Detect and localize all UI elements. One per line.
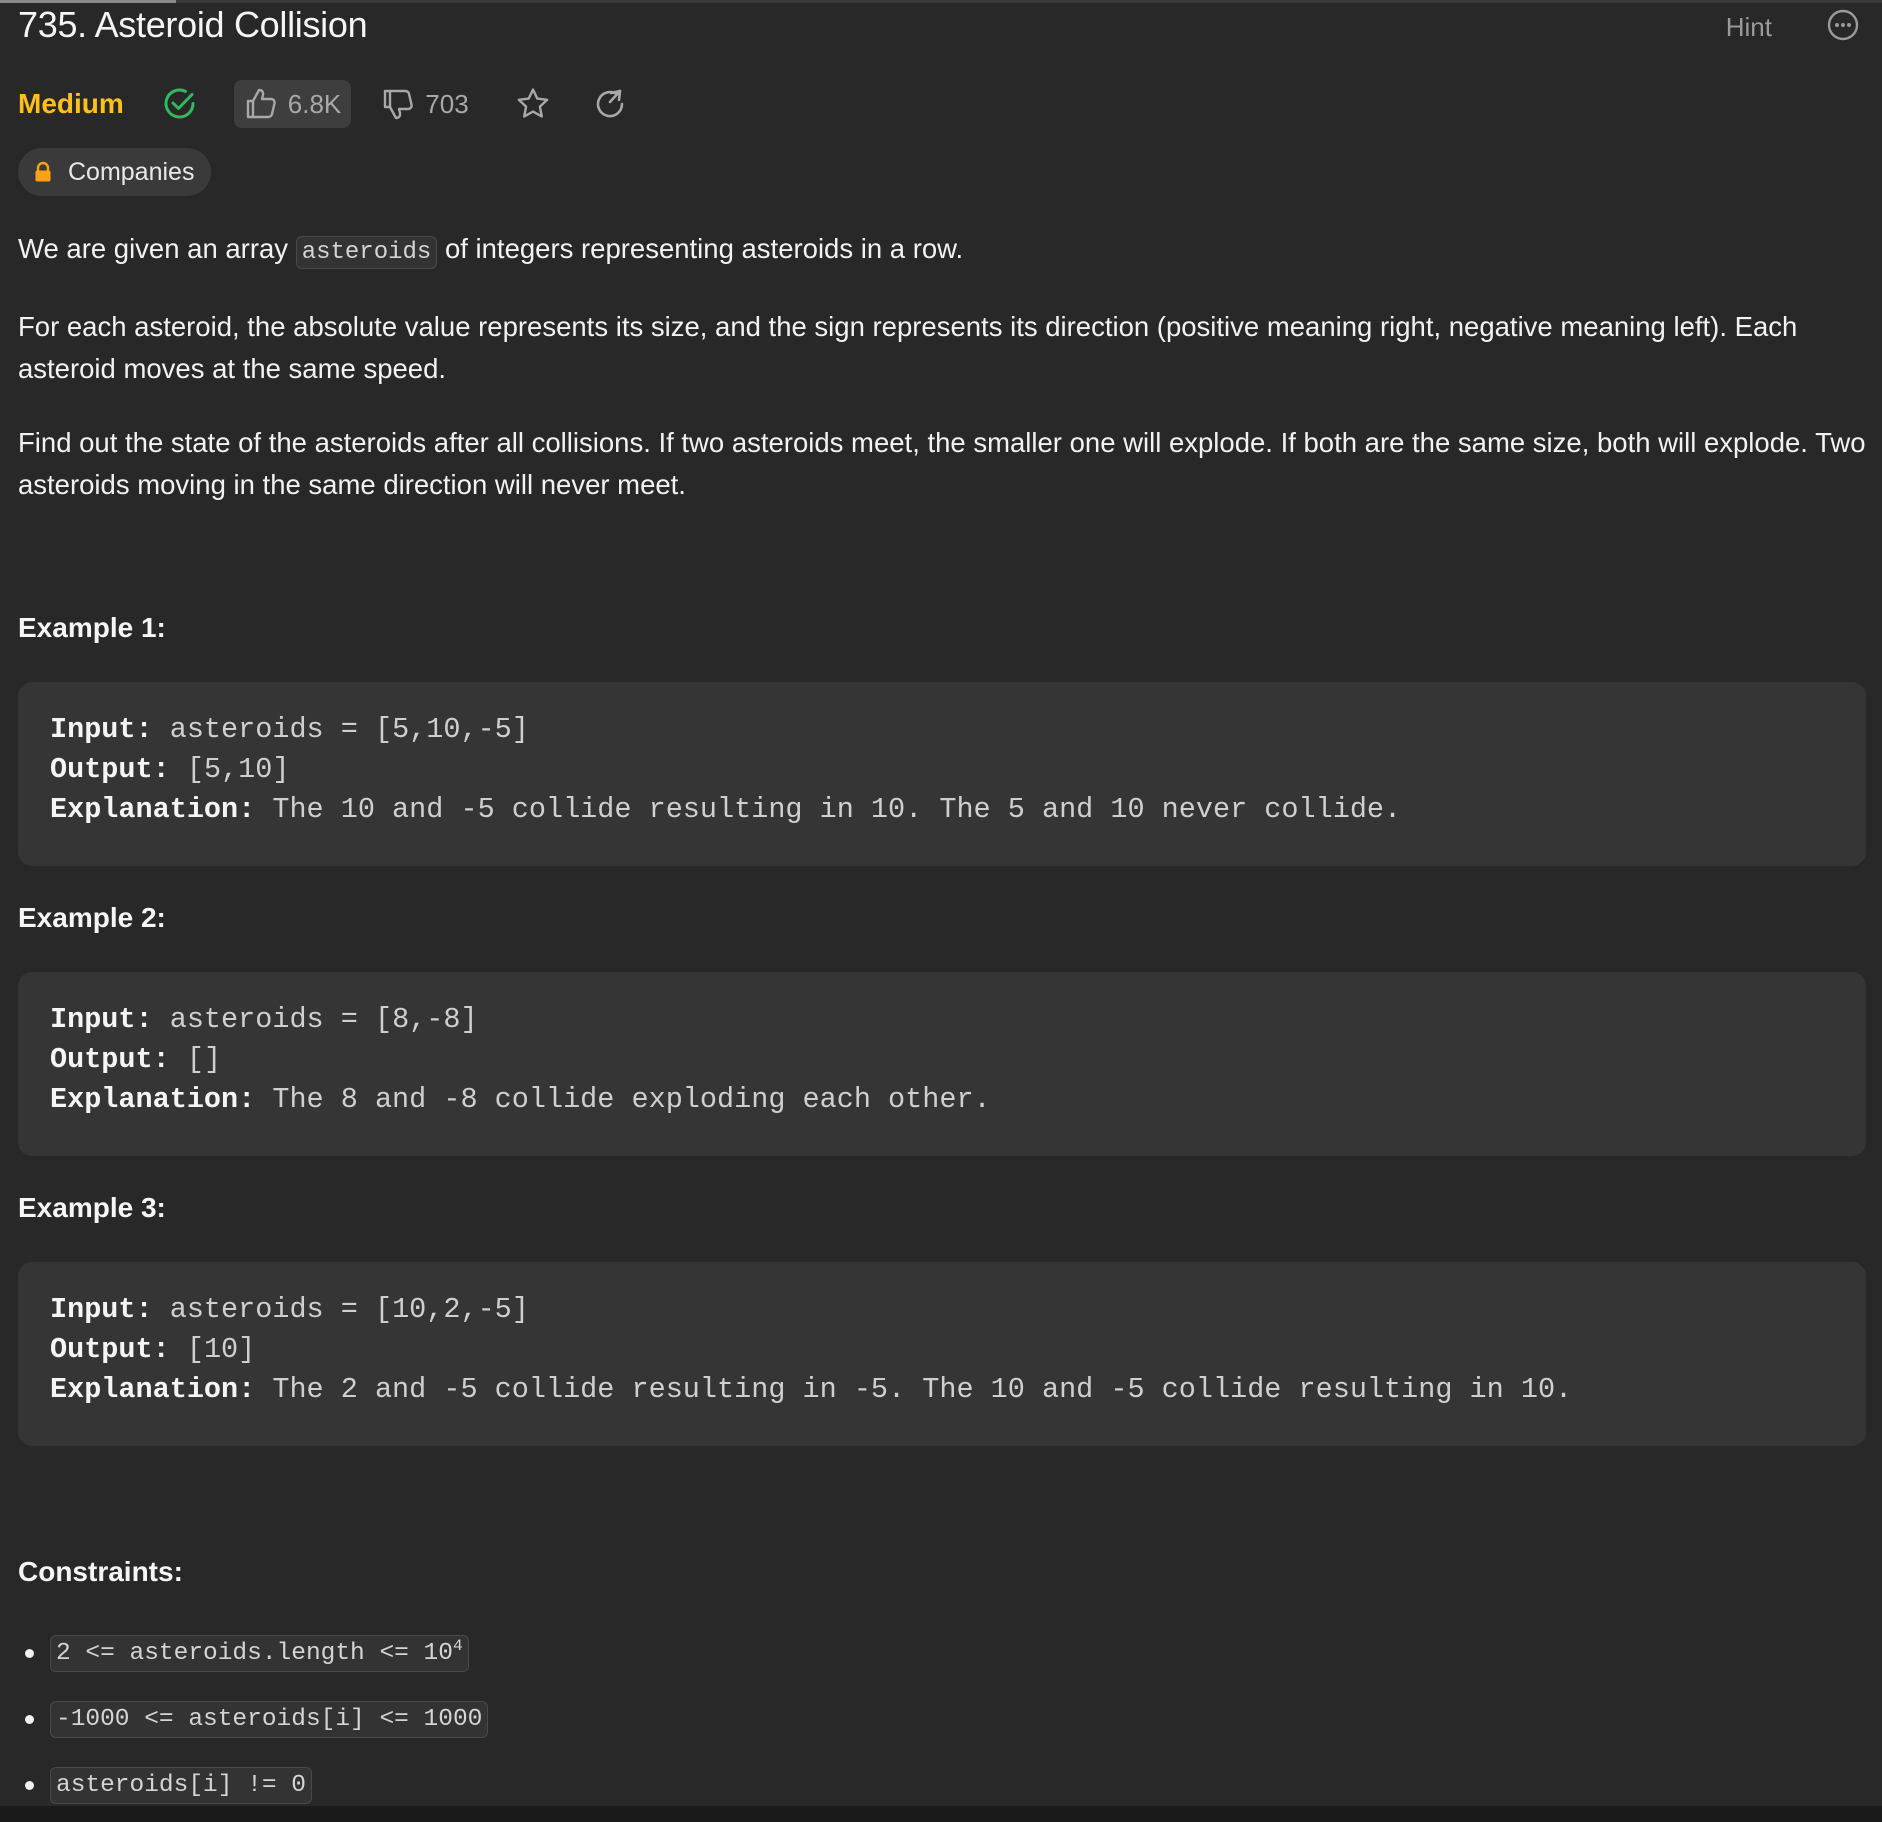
bottom-edge bbox=[0, 1806, 1882, 1822]
constraints-list: 2 <= asteroids.length <= 104 -1000 <= as… bbox=[18, 1620, 489, 1818]
problem-description: We are given an array asteroids of integ… bbox=[18, 228, 1866, 506]
example-3-block: Input: asteroids = [10,2,-5] Output: [10… bbox=[18, 1262, 1866, 1446]
output-label: Output: bbox=[50, 753, 170, 786]
output-label: Output: bbox=[50, 1043, 170, 1076]
output-value: [5,10] bbox=[169, 753, 290, 786]
dislike-count: 703 bbox=[425, 88, 469, 119]
hint-button[interactable]: Hint bbox=[1726, 12, 1772, 43]
input-value: asteroids = [8,-8] bbox=[152, 1003, 478, 1036]
companies-button[interactable]: Companies bbox=[18, 148, 212, 196]
like-button[interactable]: 6.8K bbox=[233, 80, 352, 128]
constraints-heading: Constraints: bbox=[18, 1556, 183, 1587]
title-row: 735. Asteroid Collision Hint bbox=[18, 0, 1866, 54]
description-text: We are given an array bbox=[18, 233, 296, 264]
example-3-heading: Example 3: bbox=[18, 1192, 166, 1223]
constraint-item: -1000 <= asteroids[i] <= 1000 bbox=[18, 1686, 489, 1752]
inline-code: asteroids bbox=[295, 236, 438, 269]
companies-label: Companies bbox=[68, 157, 195, 186]
constraint-code: 2 <= asteroids.length <= 104 bbox=[50, 1634, 469, 1672]
explanation-value: The 10 and -5 collide resulting in 10. T… bbox=[255, 793, 1402, 826]
problem-meta-row: Medium 6.8K 703 bbox=[18, 80, 627, 128]
more-options-icon[interactable] bbox=[1826, 8, 1860, 42]
input-label: Input: bbox=[50, 1293, 153, 1326]
constraint-code: -1000 <= asteroids[i] <= 1000 bbox=[50, 1700, 489, 1738]
example-2-block: Input: asteroids = [8,-8] Output: [] Exp… bbox=[18, 972, 1866, 1156]
output-value: [10] bbox=[169, 1333, 256, 1366]
input-value: asteroids = [10,2,-5] bbox=[152, 1293, 529, 1326]
like-count: 6.8K bbox=[287, 88, 342, 119]
description-paragraph-1: We are given an array asteroids of integ… bbox=[18, 228, 1866, 274]
input-value: asteroids = [5,10,-5] bbox=[152, 713, 529, 746]
dislike-button[interactable]: 703 bbox=[381, 87, 469, 121]
explanation-label: Explanation: bbox=[50, 1083, 256, 1116]
lock-icon bbox=[35, 161, 51, 182]
example-1-heading: Example 1: bbox=[18, 612, 166, 643]
explanation-value: The 2 and -5 collide resulting in -5. Th… bbox=[255, 1373, 1573, 1406]
input-label: Input: bbox=[50, 1003, 153, 1036]
description-paragraph-2: For each asteroid, the absolute value re… bbox=[18, 311, 1798, 384]
star-icon[interactable] bbox=[515, 86, 551, 122]
constraint-code: asteroids[i] != 0 bbox=[50, 1766, 312, 1804]
constraint-text: 2 <= asteroids.length <= 10 bbox=[56, 1639, 453, 1667]
example-2-heading: Example 2: bbox=[18, 902, 166, 933]
check-circle-icon bbox=[164, 88, 195, 119]
explanation-label: Explanation: bbox=[50, 793, 256, 826]
example-1-block: Input: asteroids = [5,10,-5] Output: [5,… bbox=[18, 682, 1866, 866]
constraint-item: 2 <= asteroids.length <= 104 bbox=[18, 1620, 488, 1686]
thumbs-up-icon bbox=[246, 88, 276, 119]
output-value: [] bbox=[169, 1043, 222, 1076]
explanation-value: The 8 and -8 collide exploding each othe… bbox=[255, 1083, 991, 1116]
thumbs-down-icon bbox=[384, 89, 414, 120]
constraint-exponent: 4 bbox=[452, 1636, 463, 1655]
explanation-label: Explanation: bbox=[50, 1373, 256, 1406]
problem-title[interactable]: 735. Asteroid Collision bbox=[18, 4, 368, 46]
input-label: Input: bbox=[50, 713, 153, 746]
description-text: of integers representing asteroids in a … bbox=[437, 233, 964, 264]
difficulty-badge: Medium bbox=[18, 88, 124, 119]
output-label: Output: bbox=[50, 1333, 170, 1366]
description-paragraph-3: Find out the state of the asteroids afte… bbox=[18, 427, 1866, 500]
problem-description-panel: 735. Asteroid Collision Hint Medium 6.8K bbox=[18, 0, 1866, 1804]
share-icon[interactable] bbox=[593, 87, 627, 121]
